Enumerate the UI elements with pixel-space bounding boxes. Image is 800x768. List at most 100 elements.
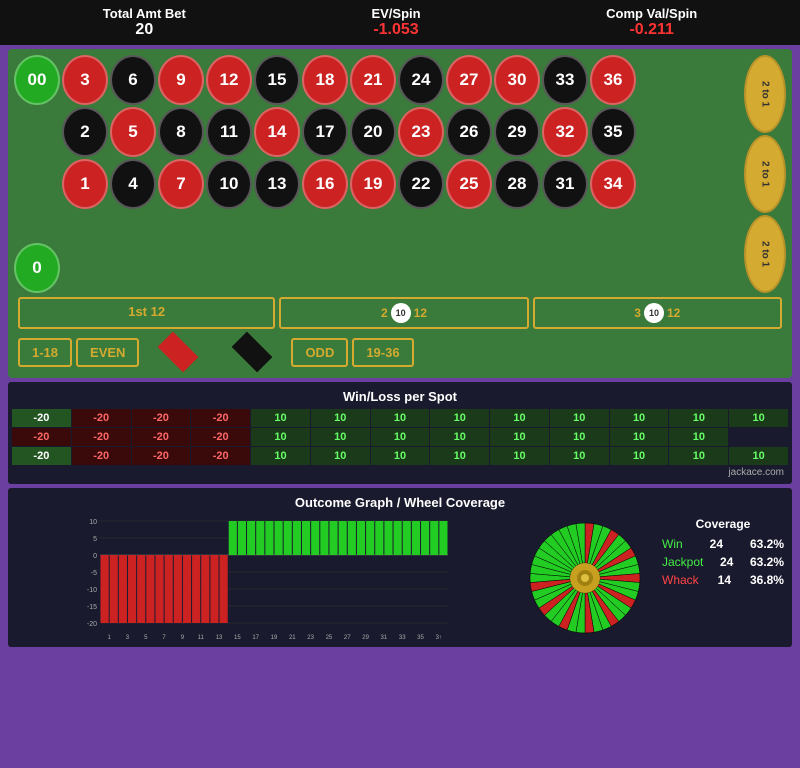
- svg-text:10: 10: [89, 519, 97, 526]
- wl-cell-r1-c0: -20: [12, 428, 71, 446]
- number-17[interactable]: 17: [302, 107, 348, 157]
- number-14[interactable]: 14: [254, 107, 300, 157]
- number-00[interactable]: 00: [14, 55, 60, 105]
- number-13[interactable]: 13: [254, 159, 300, 209]
- number-12[interactable]: 12: [206, 55, 252, 105]
- coverage-jackpot-label: Jackpot: [662, 555, 703, 569]
- wl-cell-r1-c9: 10: [550, 428, 609, 446]
- first-dozen-btn[interactable]: 1st 12: [18, 297, 275, 329]
- number-8[interactable]: 8: [158, 107, 204, 157]
- wl-cell-r2-c5: 10: [311, 447, 370, 465]
- number-1[interactable]: 1: [62, 159, 108, 209]
- svg-text:-10: -10: [87, 587, 97, 594]
- number-16[interactable]: 16: [302, 159, 348, 209]
- number-7[interactable]: 7: [158, 159, 204, 209]
- svg-text:-20: -20: [87, 621, 97, 628]
- third-dozen-btn[interactable]: 3 10 12: [533, 297, 782, 329]
- number-10[interactable]: 10: [206, 159, 252, 209]
- coverage-jackpot-pct: 63.2%: [750, 555, 784, 569]
- number-27[interactable]: 27: [446, 55, 492, 105]
- coverage-whack-row: Whack 14 36.8%: [662, 573, 784, 587]
- number-30[interactable]: 30: [494, 55, 540, 105]
- number-grid: 00 0 32165498712111015141318171621201924…: [14, 55, 786, 293]
- svg-text:19: 19: [271, 635, 278, 641]
- ev-spin-col: EV/Spin -1.053: [371, 6, 420, 39]
- number-22[interactable]: 22: [398, 159, 444, 209]
- number-11[interactable]: 11: [206, 107, 252, 157]
- dozen3-chip: 10: [644, 303, 664, 323]
- wl-cell-r0-c2: -20: [132, 409, 191, 427]
- 2to1-bot[interactable]: 2 to 1: [744, 215, 786, 293]
- black-diamond[interactable]: [232, 332, 273, 373]
- wl-cell-r0-c5: 10: [311, 409, 370, 427]
- number-20[interactable]: 20: [350, 107, 396, 157]
- number-24[interactable]: 24: [398, 55, 444, 105]
- svg-text:-15: -15: [87, 604, 97, 611]
- number-35[interactable]: 35: [590, 107, 636, 157]
- coverage-whack-pct: 36.8%: [750, 573, 784, 587]
- wl-cell-r0-c9: 10: [550, 409, 609, 427]
- btn-odd[interactable]: ODD: [291, 338, 348, 367]
- dozen3-prefix: 3: [634, 306, 641, 320]
- wl-cell-r0-c7: 10: [430, 409, 489, 427]
- 2to1-top[interactable]: 2 to 1: [744, 55, 786, 133]
- number-6[interactable]: 6: [110, 55, 156, 105]
- red-diamond-wrap: [143, 332, 213, 372]
- dozen2-prefix: 2: [381, 306, 388, 320]
- svg-text:5: 5: [144, 635, 148, 641]
- svg-text:31: 31: [381, 635, 388, 641]
- number-28[interactable]: 28: [494, 159, 540, 209]
- coverage-win-label: Win: [662, 537, 683, 551]
- number-21[interactable]: 21: [350, 55, 396, 105]
- grid-col-1: 654: [110, 55, 156, 293]
- number-34[interactable]: 34: [590, 159, 636, 209]
- grid-col-0: 321: [62, 55, 108, 293]
- number-19[interactable]: 19: [350, 159, 396, 209]
- wl-cell-r1-c8: 10: [490, 428, 549, 446]
- jackace-label: jackace.com: [12, 465, 788, 480]
- svg-text:25: 25: [326, 635, 333, 641]
- number-3[interactable]: 3: [62, 55, 108, 105]
- grid-col-11: 363534: [590, 55, 636, 293]
- wl-cell-r0-c11: 10: [669, 409, 728, 427]
- number-36[interactable]: 36: [590, 55, 636, 105]
- number-23[interactable]: 23: [398, 107, 444, 157]
- 2to1-mid[interactable]: 2 to 1: [744, 135, 786, 213]
- wl-cell-r2-c10: 10: [610, 447, 669, 465]
- btn-even[interactable]: EVEN: [76, 338, 139, 367]
- btn-19-36[interactable]: 19-36: [352, 338, 413, 367]
- btn-1-18[interactable]: 1-18: [18, 338, 72, 367]
- wl-cell-r0-c3: -20: [191, 409, 250, 427]
- grid-col-9: 302928: [494, 55, 540, 293]
- red-diamond[interactable]: [158, 332, 199, 373]
- even-odd-row: 1-18 EVEN ODD 19-36: [14, 332, 786, 372]
- number-9[interactable]: 9: [158, 55, 204, 105]
- number-33[interactable]: 33: [542, 55, 588, 105]
- number-18[interactable]: 18: [302, 55, 348, 105]
- number-0[interactable]: 0: [14, 243, 60, 293]
- wl-cell-r2-c4: 10: [251, 447, 310, 465]
- svg-text:21: 21: [289, 635, 296, 641]
- wl-cell-r2-c12: 10: [729, 447, 788, 465]
- number-25[interactable]: 25: [446, 159, 492, 209]
- grid-col-5: 181716: [302, 55, 348, 293]
- number-15[interactable]: 15: [254, 55, 300, 105]
- grid-col-10: 333231: [542, 55, 588, 293]
- win-loss-section: Win/Loss per Spot -20-20-20-201010101010…: [8, 382, 792, 484]
- number-4[interactable]: 4: [110, 159, 156, 209]
- total-amt-bet-value: 20: [135, 21, 153, 39]
- grid-col-6: 212019: [350, 55, 396, 293]
- right-2to1: 2 to 1 2 to 1 2 to 1: [744, 55, 786, 293]
- number-29[interactable]: 29: [494, 107, 540, 157]
- number-5[interactable]: 5: [110, 107, 156, 157]
- svg-text:9: 9: [181, 635, 185, 641]
- number-2[interactable]: 2: [62, 107, 108, 157]
- number-26[interactable]: 26: [446, 107, 492, 157]
- total-amt-bet-label: Total Amt Bet: [103, 6, 186, 21]
- ev-spin-value: -1.053: [373, 21, 418, 39]
- second-dozen-btn[interactable]: 2 10 12: [279, 297, 528, 329]
- grid-col-8: 272625: [446, 55, 492, 293]
- number-31[interactable]: 31: [542, 159, 588, 209]
- svg-text:11: 11: [198, 635, 205, 641]
- number-32[interactable]: 32: [542, 107, 588, 157]
